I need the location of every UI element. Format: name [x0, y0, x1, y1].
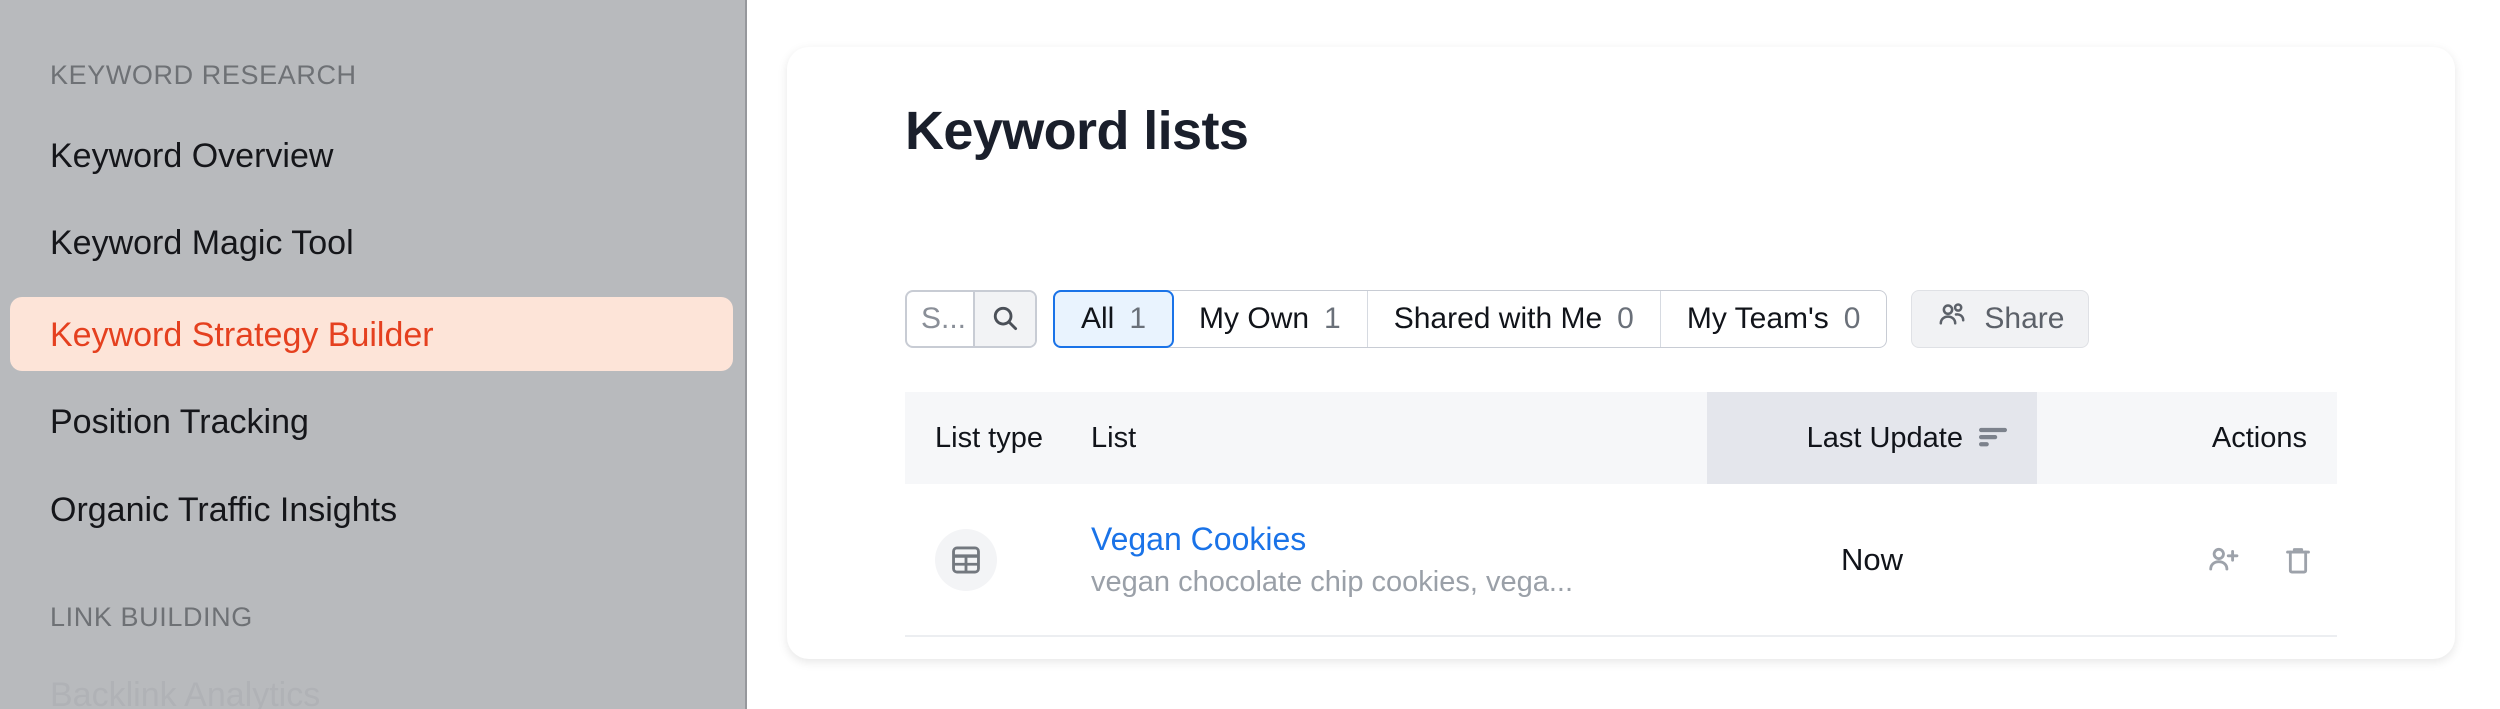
tab-my-own-label: My Own: [1199, 302, 1310, 335]
tab-my-teams-count: 0: [1843, 302, 1861, 335]
sidebar-divider: [745, 0, 747, 709]
list-name-link[interactable]: Vegan Cookies: [1091, 521, 1306, 558]
delete-list-icon[interactable]: [2281, 543, 2315, 577]
table-row[interactable]: Vegan Cookies vegan chocolate chip cooki…: [905, 484, 2337, 637]
people-icon: [1936, 299, 1968, 339]
keyword-lists-table: List type List Last Update Actions Vegan…: [905, 392, 2337, 637]
sidebar-section-link-building: LINK BUILDING: [50, 602, 253, 632]
column-header-last-update-label: Last Update: [1806, 421, 1963, 454]
search-icon: [990, 303, 1020, 336]
cell-list: Vegan Cookies vegan chocolate chip cooki…: [1091, 521, 1707, 599]
sidebar-item-position-tracking[interactable]: Position Tracking: [50, 403, 309, 442]
cell-actions: [2037, 542, 2337, 578]
column-header-actions: Actions: [2037, 392, 2337, 484]
sidebar-item-organic-traffic-insights[interactable]: Organic Traffic Insights: [50, 491, 397, 530]
last-update-value: Now: [1840, 541, 1903, 577]
search-box[interactable]: [905, 290, 1037, 348]
tab-shared-with-me[interactable]: Shared with Me 0: [1368, 291, 1661, 347]
list-keywords-preview: vegan chocolate chip cookies, vega...: [1091, 565, 1574, 598]
app-screen: KEYWORD RESEARCH Keyword Overview Keywor…: [0, 0, 2500, 709]
cell-list-type: [905, 528, 1091, 591]
tab-shared-with-me-count: 0: [1617, 302, 1634, 335]
tab-shared-with-me-label: Shared with Me: [1393, 302, 1603, 335]
share-button-label: Share: [1984, 302, 2065, 335]
tab-my-teams[interactable]: My Team's 0: [1661, 291, 1887, 347]
table-list-icon: [935, 528, 997, 591]
sort-descending-icon[interactable]: [1979, 422, 2007, 455]
sidebar-item-backlink-analytics[interactable]: Backlink Analytics: [50, 676, 320, 709]
sidebar: KEYWORD RESEARCH Keyword Overview Keywor…: [0, 0, 746, 709]
column-header-list-label: List: [1091, 421, 1137, 454]
tab-all-label: All: [1081, 302, 1115, 335]
column-header-list-type-label: List type: [935, 421, 1043, 454]
tab-my-teams-label: My Team's: [1686, 302, 1829, 335]
search-input[interactable]: [907, 292, 973, 346]
tab-all-count: 1: [1129, 302, 1147, 335]
table-header-row: List type List Last Update Actions: [905, 392, 2337, 484]
sidebar-section-keyword-research: KEYWORD RESEARCH: [50, 60, 357, 90]
column-header-list[interactable]: List: [1091, 392, 1707, 484]
cell-last-update: Now: [1707, 542, 2037, 578]
tab-my-own-count: 1: [1324, 302, 1341, 335]
share-button[interactable]: Share: [1911, 290, 2090, 348]
keyword-lists-card: Keyword lists All 1: [787, 47, 2455, 659]
tab-my-own[interactable]: My Own 1: [1173, 291, 1368, 347]
column-header-actions-label: Actions: [2211, 421, 2307, 454]
share-list-icon[interactable]: [2205, 542, 2241, 578]
page-title: Keyword lists: [905, 101, 1249, 161]
list-filter-tabs[interactable]: All 1 My Own 1 Shared with Me 0 My Team'…: [1053, 290, 1888, 348]
list-controls-bar: All 1 My Own 1 Shared with Me 0 My Team'…: [905, 290, 2090, 348]
sidebar-item-keyword-strategy-builder[interactable]: Keyword Strategy Builder: [50, 316, 434, 355]
column-header-list-type[interactable]: List type: [905, 392, 1091, 484]
tab-all[interactable]: All 1: [1053, 290, 1175, 348]
column-header-last-update[interactable]: Last Update: [1707, 392, 2037, 484]
sidebar-item-keyword-magic-tool[interactable]: Keyword Magic Tool: [50, 224, 354, 263]
search-button[interactable]: [973, 292, 1035, 346]
sidebar-item-keyword-overview[interactable]: Keyword Overview: [50, 137, 333, 176]
